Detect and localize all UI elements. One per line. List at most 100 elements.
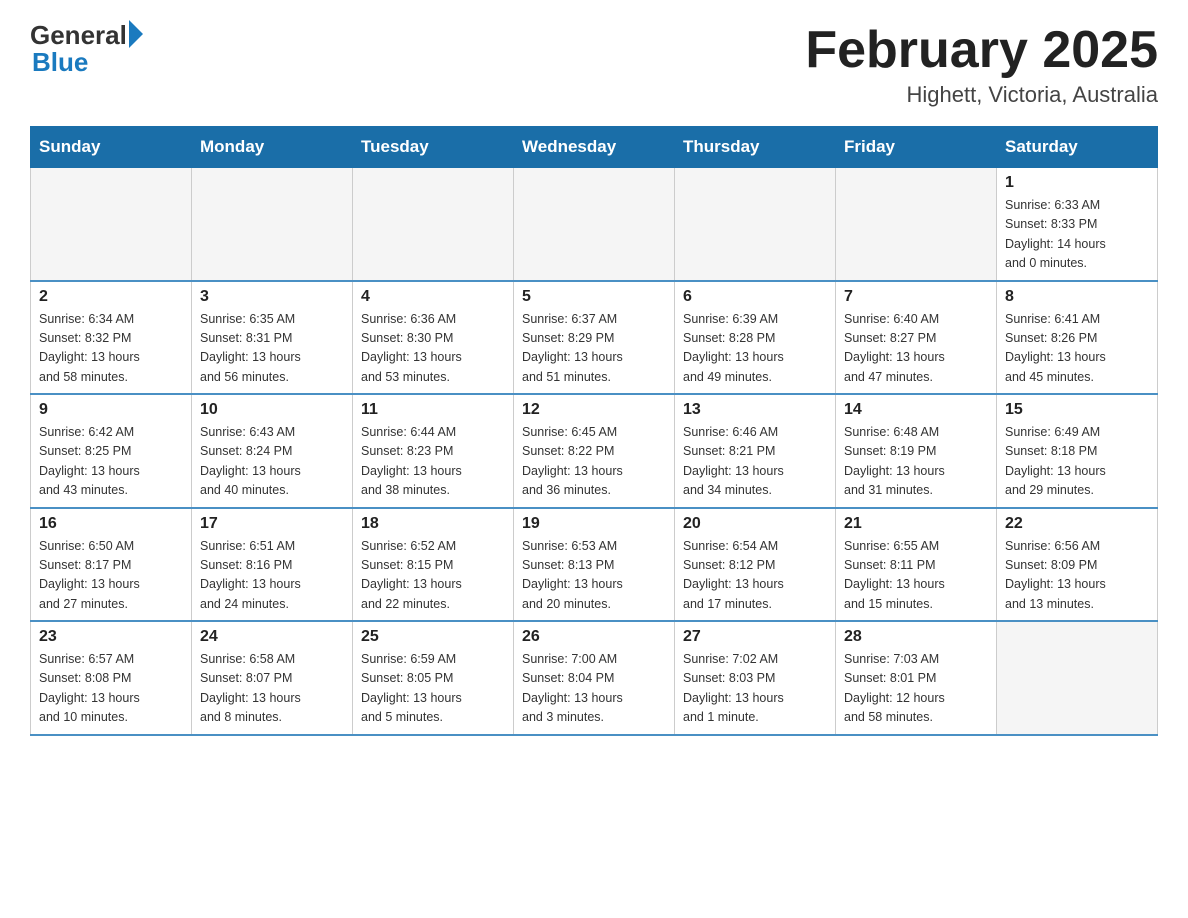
day-number: 11 bbox=[361, 401, 505, 419]
calendar-cell bbox=[31, 168, 192, 281]
logo: General Blue bbox=[30, 20, 143, 78]
day-info: Sunrise: 6:43 AM Sunset: 8:24 PM Dayligh… bbox=[200, 423, 344, 501]
calendar-cell: 5 Sunrise: 6:37 AM Sunset: 8:29 PM Daylig… bbox=[514, 281, 675, 395]
day-info: Sunrise: 6:34 AM Sunset: 8:32 PM Dayligh… bbox=[39, 310, 183, 388]
column-header-friday: Friday bbox=[836, 127, 997, 168]
calendar-cell: 17Sunrise: 6:51 AM Sunset: 8:16 PM Dayli… bbox=[192, 508, 353, 622]
week-row-2: 2 Sunrise: 6:34 AM Sunset: 8:32 PM Daylig… bbox=[31, 281, 1158, 395]
day-number: 14 bbox=[844, 401, 988, 419]
day-number: 18 bbox=[361, 515, 505, 533]
calendar-cell: 11 Sunrise: 6:44 AM Sunset: 8:23 PM Dayli… bbox=[353, 394, 514, 508]
day-number: 16 bbox=[39, 515, 183, 533]
day-number: 22 bbox=[1005, 515, 1149, 533]
day-info: Sunrise: 7:02 AM Sunset: 8:03 PM Dayligh… bbox=[683, 650, 827, 728]
column-header-tuesday: Tuesday bbox=[353, 127, 514, 168]
day-info: Sunrise: 6:40 AM Sunset: 8:27 PM Dayligh… bbox=[844, 310, 988, 388]
calendar-cell: 3Sunrise: 6:35 AM Sunset: 8:31 PM Daylig… bbox=[192, 281, 353, 395]
column-header-thursday: Thursday bbox=[675, 127, 836, 168]
day-number: 20 bbox=[683, 515, 827, 533]
day-number: 2 bbox=[39, 288, 183, 306]
day-number: 12 bbox=[522, 401, 666, 419]
calendar-cell: 22 Sunrise: 6:56 AM Sunset: 8:09 PM Dayli… bbox=[997, 508, 1158, 622]
day-info: Sunrise: 6:49 AM Sunset: 8:18 PM Dayligh… bbox=[1005, 423, 1149, 501]
day-info: Sunrise: 6:58 AM Sunset: 8:07 PM Dayligh… bbox=[200, 650, 344, 728]
day-info: Sunrise: 6:39 AM Sunset: 8:28 PM Dayligh… bbox=[683, 310, 827, 388]
day-number: 15 bbox=[1005, 401, 1149, 419]
day-info: Sunrise: 6:54 AM Sunset: 8:12 PM Dayligh… bbox=[683, 537, 827, 615]
calendar-table: SundayMondayTuesdayWednesdayThursdayFrid… bbox=[30, 126, 1158, 736]
logo-blue-text: Blue bbox=[32, 47, 88, 78]
day-info: Sunrise: 6:59 AM Sunset: 8:05 PM Dayligh… bbox=[361, 650, 505, 728]
day-info: Sunrise: 6:42 AM Sunset: 8:25 PM Dayligh… bbox=[39, 423, 183, 501]
day-info: Sunrise: 6:46 AM Sunset: 8:21 PM Dayligh… bbox=[683, 423, 827, 501]
column-header-sunday: Sunday bbox=[31, 127, 192, 168]
calendar-cell: 19 Sunrise: 6:53 AM Sunset: 8:13 PM Dayli… bbox=[514, 508, 675, 622]
day-number: 6 bbox=[683, 288, 827, 306]
calendar-cell: 8 Sunrise: 6:41 AM Sunset: 8:26 PM Daylig… bbox=[997, 281, 1158, 395]
calendar-cell: 7 Sunrise: 6:40 AM Sunset: 8:27 PM Daylig… bbox=[836, 281, 997, 395]
column-header-wednesday: Wednesday bbox=[514, 127, 675, 168]
day-info: Sunrise: 6:52 AM Sunset: 8:15 PM Dayligh… bbox=[361, 537, 505, 615]
day-info: Sunrise: 6:36 AM Sunset: 8:30 PM Dayligh… bbox=[361, 310, 505, 388]
week-row-4: 16Sunrise: 6:50 AM Sunset: 8:17 PM Dayli… bbox=[31, 508, 1158, 622]
day-number: 9 bbox=[39, 401, 183, 419]
day-info: Sunrise: 6:57 AM Sunset: 8:08 PM Dayligh… bbox=[39, 650, 183, 728]
day-number: 13 bbox=[683, 401, 827, 419]
day-info: Sunrise: 6:44 AM Sunset: 8:23 PM Dayligh… bbox=[361, 423, 505, 501]
title-area: February 2025 Highett, Victoria, Austral… bbox=[805, 20, 1158, 108]
calendar-cell bbox=[675, 168, 836, 281]
day-info: Sunrise: 7:00 AM Sunset: 8:04 PM Dayligh… bbox=[522, 650, 666, 728]
page-header: General Blue February 2025 Highett, Vict… bbox=[30, 20, 1158, 108]
week-row-1: 1Sunrise: 6:33 AM Sunset: 8:33 PM Daylig… bbox=[31, 168, 1158, 281]
calendar-cell: 27 Sunrise: 7:02 AM Sunset: 8:03 PM Dayli… bbox=[675, 621, 836, 735]
week-row-3: 9 Sunrise: 6:42 AM Sunset: 8:25 PM Daylig… bbox=[31, 394, 1158, 508]
day-number: 17 bbox=[200, 515, 344, 533]
column-header-saturday: Saturday bbox=[997, 127, 1158, 168]
day-number: 26 bbox=[522, 628, 666, 646]
day-number: 28 bbox=[844, 628, 988, 646]
calendar-cell bbox=[836, 168, 997, 281]
calendar-cell: 20 Sunrise: 6:54 AM Sunset: 8:12 PM Dayli… bbox=[675, 508, 836, 622]
day-number: 5 bbox=[522, 288, 666, 306]
calendar-subtitle: Highett, Victoria, Australia bbox=[805, 82, 1158, 108]
day-info: Sunrise: 6:48 AM Sunset: 8:19 PM Dayligh… bbox=[844, 423, 988, 501]
calendar-cell: 4 Sunrise: 6:36 AM Sunset: 8:30 PM Daylig… bbox=[353, 281, 514, 395]
day-info: Sunrise: 6:55 AM Sunset: 8:11 PM Dayligh… bbox=[844, 537, 988, 615]
calendar-cell: 25 Sunrise: 6:59 AM Sunset: 8:05 PM Dayli… bbox=[353, 621, 514, 735]
day-number: 4 bbox=[361, 288, 505, 306]
calendar-cell bbox=[192, 168, 353, 281]
calendar-cell: 28Sunrise: 7:03 AM Sunset: 8:01 PM Dayli… bbox=[836, 621, 997, 735]
calendar-cell: 1Sunrise: 6:33 AM Sunset: 8:33 PM Daylig… bbox=[997, 168, 1158, 281]
day-number: 27 bbox=[683, 628, 827, 646]
calendar-cell: 15 Sunrise: 6:49 AM Sunset: 8:18 PM Dayli… bbox=[997, 394, 1158, 508]
day-number: 8 bbox=[1005, 288, 1149, 306]
day-info: Sunrise: 6:56 AM Sunset: 8:09 PM Dayligh… bbox=[1005, 537, 1149, 615]
calendar-cell: 9 Sunrise: 6:42 AM Sunset: 8:25 PM Daylig… bbox=[31, 394, 192, 508]
calendar-cell: 26 Sunrise: 7:00 AM Sunset: 8:04 PM Dayli… bbox=[514, 621, 675, 735]
logo-arrow-icon bbox=[129, 20, 143, 48]
calendar-cell: 21Sunrise: 6:55 AM Sunset: 8:11 PM Dayli… bbox=[836, 508, 997, 622]
day-number: 25 bbox=[361, 628, 505, 646]
day-number: 10 bbox=[200, 401, 344, 419]
day-info: Sunrise: 6:53 AM Sunset: 8:13 PM Dayligh… bbox=[522, 537, 666, 615]
calendar-cell: 12 Sunrise: 6:45 AM Sunset: 8:22 PM Dayli… bbox=[514, 394, 675, 508]
calendar-cell: 24 Sunrise: 6:58 AM Sunset: 8:07 PM Dayli… bbox=[192, 621, 353, 735]
day-info: Sunrise: 6:45 AM Sunset: 8:22 PM Dayligh… bbox=[522, 423, 666, 501]
day-number: 7 bbox=[844, 288, 988, 306]
day-info: Sunrise: 6:37 AM Sunset: 8:29 PM Dayligh… bbox=[522, 310, 666, 388]
day-number: 19 bbox=[522, 515, 666, 533]
day-number: 3 bbox=[200, 288, 344, 306]
calendar-cell: 14 Sunrise: 6:48 AM Sunset: 8:19 PM Dayli… bbox=[836, 394, 997, 508]
day-info: Sunrise: 6:41 AM Sunset: 8:26 PM Dayligh… bbox=[1005, 310, 1149, 388]
calendar-cell bbox=[353, 168, 514, 281]
header-row: SundayMondayTuesdayWednesdayThursdayFrid… bbox=[31, 127, 1158, 168]
calendar-cell: 6 Sunrise: 6:39 AM Sunset: 8:28 PM Daylig… bbox=[675, 281, 836, 395]
calendar-cell: 16Sunrise: 6:50 AM Sunset: 8:17 PM Dayli… bbox=[31, 508, 192, 622]
calendar-cell: 2 Sunrise: 6:34 AM Sunset: 8:32 PM Daylig… bbox=[31, 281, 192, 395]
day-number: 24 bbox=[200, 628, 344, 646]
calendar-cell bbox=[514, 168, 675, 281]
calendar-cell: 13 Sunrise: 6:46 AM Sunset: 8:21 PM Dayli… bbox=[675, 394, 836, 508]
day-number: 1 bbox=[1005, 174, 1149, 192]
column-header-monday: Monday bbox=[192, 127, 353, 168]
day-number: 23 bbox=[39, 628, 183, 646]
